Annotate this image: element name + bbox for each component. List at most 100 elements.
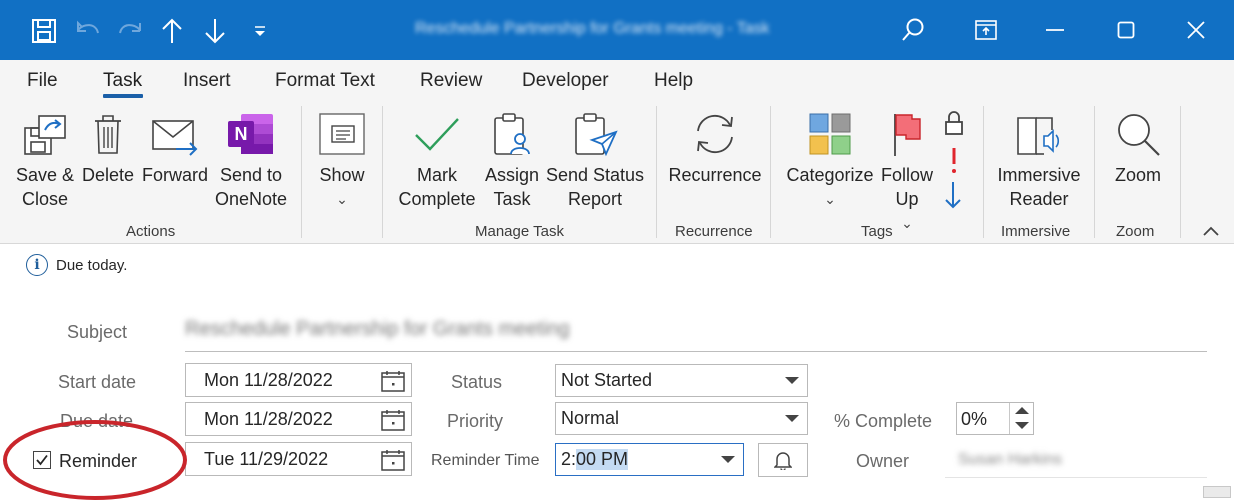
reminder-date-value: Tue 11/29/2022 bbox=[204, 448, 329, 469]
save-close-button[interactable]: Save & Close bbox=[10, 105, 80, 211]
send-to-onenote-button[interactable]: N Send to OneNote bbox=[210, 105, 292, 211]
follow-up-button[interactable]: Follow Up ⌄ bbox=[876, 105, 938, 235]
group-label-recurrence: Recurrence bbox=[675, 223, 753, 240]
ribbon-separator bbox=[1180, 106, 1181, 238]
high-importance-icon[interactable] bbox=[948, 146, 962, 174]
reminder-date-field[interactable]: Tue 11/29/2022 bbox=[185, 442, 412, 476]
ribbon: Save & Close Delete Forward N Send to On… bbox=[0, 100, 1234, 244]
save-icon[interactable] bbox=[27, 14, 61, 48]
priority-dropdown[interactable]: Normal bbox=[555, 402, 808, 435]
search-icon[interactable] bbox=[893, 12, 933, 48]
tab-review[interactable]: Review bbox=[420, 70, 482, 92]
due-date-field[interactable]: Mon 11/28/2022 bbox=[185, 402, 412, 436]
task-window: Reschedule Partnership for Grants meetin… bbox=[0, 0, 1234, 501]
title-bar: Reschedule Partnership for Grants meetin… bbox=[0, 0, 1234, 60]
subject-underline bbox=[185, 351, 1207, 352]
minimize-icon[interactable] bbox=[1035, 12, 1075, 48]
window-title: Reschedule Partnership for Grants meetin… bbox=[415, 20, 770, 37]
ribbon-display-icon[interactable] bbox=[966, 12, 1006, 48]
redo-icon[interactable] bbox=[112, 14, 146, 48]
ribbon-separator bbox=[1094, 106, 1095, 238]
group-label-immersive: Immersive bbox=[1001, 223, 1071, 240]
owner-value: Susan Harkins bbox=[958, 451, 1063, 468]
recurrence-button[interactable]: Recurrence bbox=[668, 105, 762, 187]
send-status-icon bbox=[545, 105, 645, 163]
mark-complete-button[interactable]: Mark Complete bbox=[396, 105, 478, 211]
private-lock-icon[interactable] bbox=[943, 110, 967, 136]
delete-button[interactable]: Delete bbox=[80, 105, 136, 187]
maximize-icon[interactable] bbox=[1106, 12, 1146, 48]
tab-format-text[interactable]: Format Text bbox=[275, 70, 375, 92]
reminder-label[interactable]: Reminder bbox=[59, 451, 137, 472]
low-importance-icon[interactable] bbox=[943, 180, 965, 210]
trash-icon bbox=[80, 105, 136, 163]
due-date-label: Due date bbox=[60, 411, 134, 431]
status-value: Not Started bbox=[561, 370, 653, 390]
stepper-down-icon[interactable] bbox=[1015, 422, 1029, 429]
collapse-ribbon-icon[interactable] bbox=[1202, 224, 1222, 240]
calendar-icon[interactable] bbox=[381, 409, 405, 431]
undo-icon[interactable] bbox=[72, 14, 106, 48]
tab-file[interactable]: File bbox=[27, 70, 58, 92]
arrow-up-icon[interactable] bbox=[155, 14, 189, 48]
group-label-zoom: Zoom bbox=[1116, 223, 1155, 240]
group-label-tags: Tags bbox=[861, 223, 893, 240]
categorize-icon bbox=[785, 105, 875, 163]
svg-text:N: N bbox=[235, 124, 248, 144]
show-button[interactable]: Show ⌄ bbox=[312, 105, 372, 211]
tab-developer[interactable]: Developer bbox=[522, 70, 609, 92]
chevron-down-icon bbox=[785, 415, 799, 422]
reminder-time-label: Reminder Time bbox=[431, 452, 540, 469]
owner-label: Owner bbox=[856, 451, 910, 471]
ribbon-separator bbox=[301, 106, 302, 238]
calendar-icon[interactable] bbox=[381, 449, 405, 471]
status-label: Status bbox=[451, 372, 503, 392]
chevron-down-icon bbox=[721, 456, 735, 463]
resize-handle[interactable] bbox=[1203, 486, 1231, 498]
subject-field[interactable]: Reschedule Partnership for Grants meetin… bbox=[185, 318, 570, 341]
start-date-field[interactable]: Mon 11/28/2022 bbox=[185, 363, 412, 397]
chevron-down-icon: ⌄ bbox=[824, 191, 836, 207]
chevron-down-icon: ⌄ bbox=[336, 191, 348, 207]
categorize-button[interactable]: Categorize ⌄ bbox=[785, 105, 875, 211]
priority-label: Priority bbox=[447, 411, 504, 431]
arrow-down-icon[interactable] bbox=[198, 14, 232, 48]
tab-insert[interactable]: Insert bbox=[183, 70, 231, 92]
chevron-down-icon bbox=[785, 377, 799, 384]
immersive-reader-icon bbox=[995, 105, 1083, 163]
zoom-button[interactable]: Zoom bbox=[1106, 105, 1170, 187]
info-icon: i bbox=[26, 254, 48, 276]
immersive-reader-button[interactable]: Immersive Reader bbox=[995, 105, 1083, 211]
percent-complete-stepper[interactable]: 0% bbox=[956, 402, 1034, 435]
tab-task[interactable]: Task bbox=[103, 70, 142, 92]
reminder-checkbox[interactable] bbox=[33, 451, 51, 469]
owner-underline bbox=[945, 477, 1207, 478]
tab-help[interactable]: Help bbox=[654, 70, 693, 92]
status-dropdown[interactable]: Not Started bbox=[555, 364, 808, 397]
save-close-icon bbox=[10, 105, 80, 163]
assign-task-button[interactable]: Assign Task bbox=[482, 105, 542, 211]
calendar-icon[interactable] bbox=[381, 370, 405, 392]
forward-mail-icon bbox=[140, 105, 210, 163]
show-icon bbox=[312, 105, 372, 163]
ribbon-separator bbox=[770, 106, 771, 238]
ribbon-separator bbox=[983, 106, 984, 238]
priority-value: Normal bbox=[561, 408, 620, 428]
flag-icon bbox=[876, 105, 938, 163]
reminder-time-prefix: 2: bbox=[561, 449, 577, 469]
close-icon[interactable] bbox=[1176, 12, 1216, 48]
customize-qat-icon[interactable] bbox=[243, 14, 277, 48]
reminder-sound-button[interactable] bbox=[758, 443, 808, 477]
reminder-time-dropdown[interactable]: 2: 00 PM bbox=[555, 443, 744, 476]
start-date-label: Start date bbox=[58, 372, 137, 392]
checkmark-icon bbox=[36, 454, 48, 466]
percent-complete-value: 0% bbox=[961, 409, 988, 429]
ribbon-separator bbox=[382, 106, 383, 238]
send-status-report-button[interactable]: Send Status Report bbox=[545, 105, 645, 211]
stepper-up-icon[interactable] bbox=[1015, 407, 1029, 414]
forward-button[interactable]: Forward bbox=[140, 105, 210, 187]
task-form: i Due today. Subject Reschedule Partners… bbox=[0, 245, 1234, 501]
start-date-value: Mon 11/28/2022 bbox=[204, 369, 333, 390]
assign-task-icon bbox=[482, 105, 542, 163]
info-bar-text: Due today. bbox=[56, 257, 128, 274]
